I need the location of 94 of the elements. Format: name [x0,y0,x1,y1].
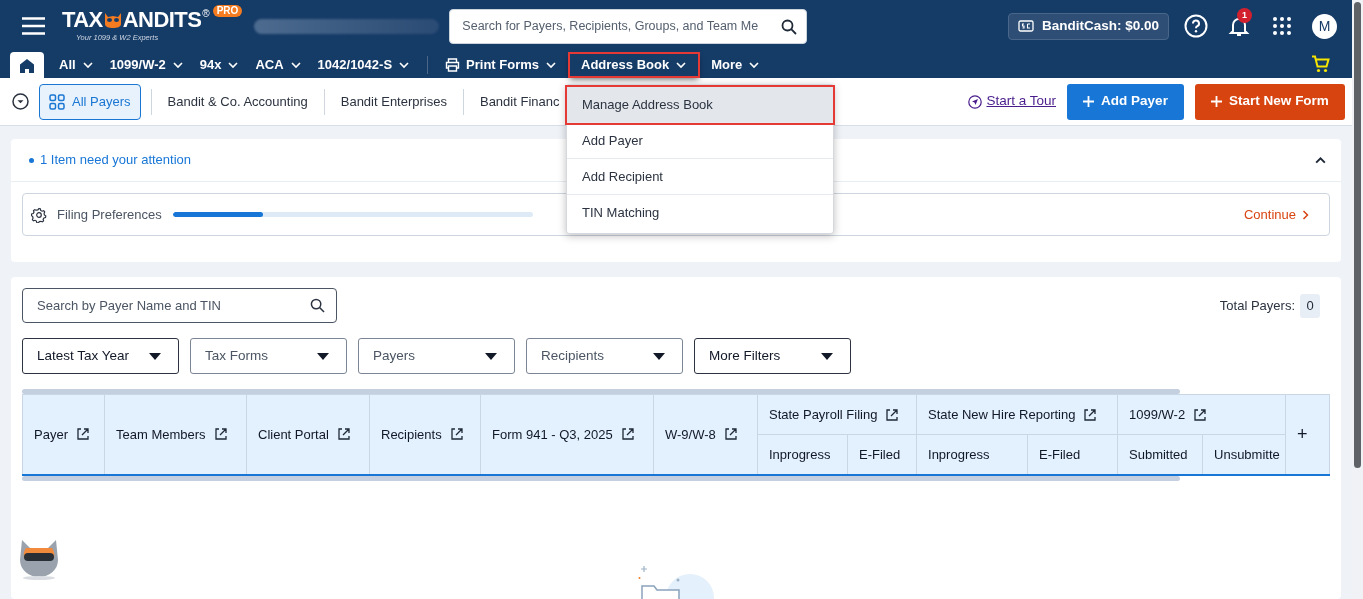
logo-text: TAX [62,8,103,31]
chevron-down-icon [171,59,184,71]
external-link-icon[interactable] [336,427,351,442]
menu-item[interactable]: TIN Matching [567,195,834,231]
column-header[interactable]: Recipients [369,394,481,475]
cart-icon[interactable] [1311,55,1330,73]
external-link-icon[interactable] [723,427,738,442]
collapse-icon[interactable] [12,93,29,110]
column-header[interactable]: State Payroll Filing [757,394,917,435]
chevron-down-icon [545,59,558,71]
chevron-right-icon [1302,209,1309,220]
column-header[interactable]: 1099/W-2 [1117,394,1286,435]
filter-dropdown[interactable]: Recipients [526,338,683,374]
gear-icon [31,206,47,223]
column-header[interactable]: E-Filed [847,434,917,475]
scrollbar[interactable] [1352,0,1363,599]
search-icon[interactable] [781,18,798,35]
nav-menu[interactable]: 94x [196,54,243,76]
chevron-down-icon [398,59,411,71]
nav-menu[interactable]: Print Forms [442,54,561,76]
logo-text: ANDITS [122,8,202,31]
external-link-icon[interactable] [1083,407,1098,422]
filter-dropdown[interactable]: Tax Forms [190,338,347,374]
column-header[interactable]: W-9/W-8 [653,394,758,475]
filter-dropdown[interactable]: More Filters [694,338,851,374]
column-header[interactable]: Submitted [1117,434,1203,475]
home-tab[interactable] [10,52,44,78]
search-icon[interactable] [310,298,325,313]
nav-menu[interactable]: Address Book [570,54,699,76]
caret-down-icon [317,352,329,360]
external-link-icon[interactable] [449,427,464,442]
help-icon[interactable] [1184,14,1208,38]
scrollbar[interactable] [22,389,1180,394]
column-header[interactable]: Inprogress [757,434,848,475]
chevron-down-icon [748,59,761,71]
payer-tab[interactable]: Bandit & Co. Accounting [151,83,324,120]
external-link-icon[interactable] [1193,407,1208,422]
apps-grid-icon[interactable] [1272,16,1292,36]
nav-menu[interactable]: ACA [252,54,305,76]
caret-down-icon [149,352,161,360]
task-label: Filing Preferences [57,205,162,224]
attention-message: 1 Item need your attention [29,150,192,170]
chevron-down-icon [289,59,302,71]
nav-menu[interactable]: 1099/W-2 [106,54,187,76]
printer-icon [445,58,461,72]
search-field[interactable]: Search by Payer Name and TIN [22,288,337,323]
total-count: 0 [1300,293,1320,318]
payer-tab[interactable]: All Payers [39,83,141,120]
caret-down-icon [821,352,833,360]
add-payer-button[interactable]: Add Payer [1067,83,1184,120]
menu-item[interactable]: Add Recipient [567,159,834,195]
plus-icon [1211,96,1223,107]
filter-dropdown[interactable]: Latest Tax Year [22,338,179,374]
notification-badge: 1 [1237,8,1252,23]
column-header[interactable]: State New Hire Reporting [916,394,1118,435]
menu-item[interactable]: Manage Address Book [567,87,834,123]
chevron-down-icon [227,59,240,71]
home-icon [19,57,35,73]
column-header[interactable]: E-Filed [1027,434,1118,475]
caret-down-icon [653,352,665,360]
add-column-button[interactable]: + [1285,394,1330,475]
grid-icon [49,93,65,110]
column-header[interactable]: Client Portal [246,394,370,475]
chevron-down-icon [81,59,94,71]
menu-item[interactable]: Add Payer [567,123,834,159]
column-header[interactable]: Payer [22,394,105,475]
chevron-down-icon [675,59,688,71]
cash-icon [1017,20,1034,32]
registered-mark: ® [202,8,210,19]
column-header[interactable]: Form 941 - Q3, 2025 [480,394,654,475]
external-link-icon[interactable] [620,427,635,442]
bandit-cash-button[interactable]: BanditCash: $0.00 [1007,12,1169,40]
total-label: Total Payers: [1219,296,1295,315]
continue-link[interactable]: Continue [1243,204,1309,225]
external-link-icon[interactable] [885,407,900,422]
column-header[interactable]: Inprogress [916,434,1028,475]
external-link-icon[interactable] [75,427,90,442]
navigation-icon [968,94,983,109]
menu-icon[interactable] [22,17,45,35]
start-form-button[interactable]: Start New Form [1195,83,1345,120]
nav-menu[interactable]: More [708,54,764,76]
pro-badge: PRO [212,4,243,17]
caret-down-icon [485,352,497,360]
payer-tab[interactable]: Bandit Enterprises [324,83,463,120]
scrollbar[interactable] [22,475,1180,481]
filter-dropdown[interactable]: Payers [358,338,515,374]
plus-icon [1083,96,1095,107]
nav-menu[interactable]: All [56,54,97,76]
tour-link[interactable]: Start a Tour [968,91,1056,112]
column-header[interactable]: Unsubmitte [1202,434,1286,475]
column-header[interactable]: Team Members [104,394,247,475]
external-link-icon[interactable] [213,427,228,442]
avatar[interactable]: M [1312,13,1337,39]
nav-menu[interactable]: 1042/1042-S [314,54,414,76]
